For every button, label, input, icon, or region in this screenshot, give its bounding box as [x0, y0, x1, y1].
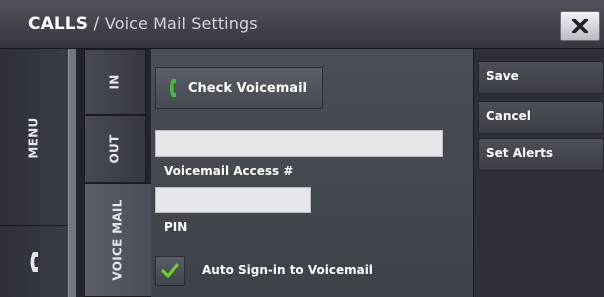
tab-voice-mail-label: VOICE MAIL: [111, 199, 126, 281]
menu-button[interactable]: MENU: [0, 49, 68, 226]
phone-handset-icon: [170, 79, 176, 97]
phone-handset-icon: [30, 251, 38, 272]
check-voicemail-button[interactable]: Check Voicemail: [155, 67, 323, 109]
voicemail-access-label: Voicemail Access #: [164, 164, 294, 178]
pin-input[interactable]: [155, 187, 311, 213]
auto-signin-label: Auto Sign-in to Voicemail: [202, 263, 373, 277]
check-voicemail-label: Check Voicemail: [188, 80, 307, 96]
tab-out-label: OUT: [108, 134, 122, 164]
title-separator: /: [88, 14, 105, 34]
page-subtitle: Voice Mail Settings: [104, 14, 258, 33]
pin-label: PIN: [164, 220, 188, 234]
close-x-icon: [572, 19, 588, 33]
page-title: CALLS / Voice Mail Settings: [28, 14, 258, 34]
left-rail: [68, 49, 76, 297]
close-button[interactable]: [560, 11, 600, 41]
tab-out[interactable]: OUT: [84, 115, 146, 183]
menu-label: MENU: [26, 116, 41, 159]
tab-in-label: IN: [107, 74, 122, 90]
phone-button[interactable]: [0, 226, 68, 297]
settings-content: Check Voicemail Voicemail Access # PIN A…: [151, 49, 473, 297]
set-alerts-button[interactable]: Set Alerts: [478, 138, 604, 171]
tab-in[interactable]: IN: [84, 49, 146, 115]
title-bar: CALLS / Voice Mail Settings: [0, 0, 604, 49]
checkmark-icon: [161, 263, 179, 278]
tab-voice-mail[interactable]: VOICE MAIL: [84, 183, 151, 297]
section-title: CALLS: [28, 14, 89, 34]
action-panel: Save Cancel Set Alerts: [473, 49, 604, 297]
auto-signin-checkbox[interactable]: [155, 256, 185, 286]
save-button[interactable]: Save: [478, 61, 604, 94]
voicemail-access-input[interactable]: [155, 130, 443, 157]
tab-strip: IN OUT VOICE MAIL: [76, 49, 151, 297]
cancel-button[interactable]: Cancel: [478, 101, 604, 134]
